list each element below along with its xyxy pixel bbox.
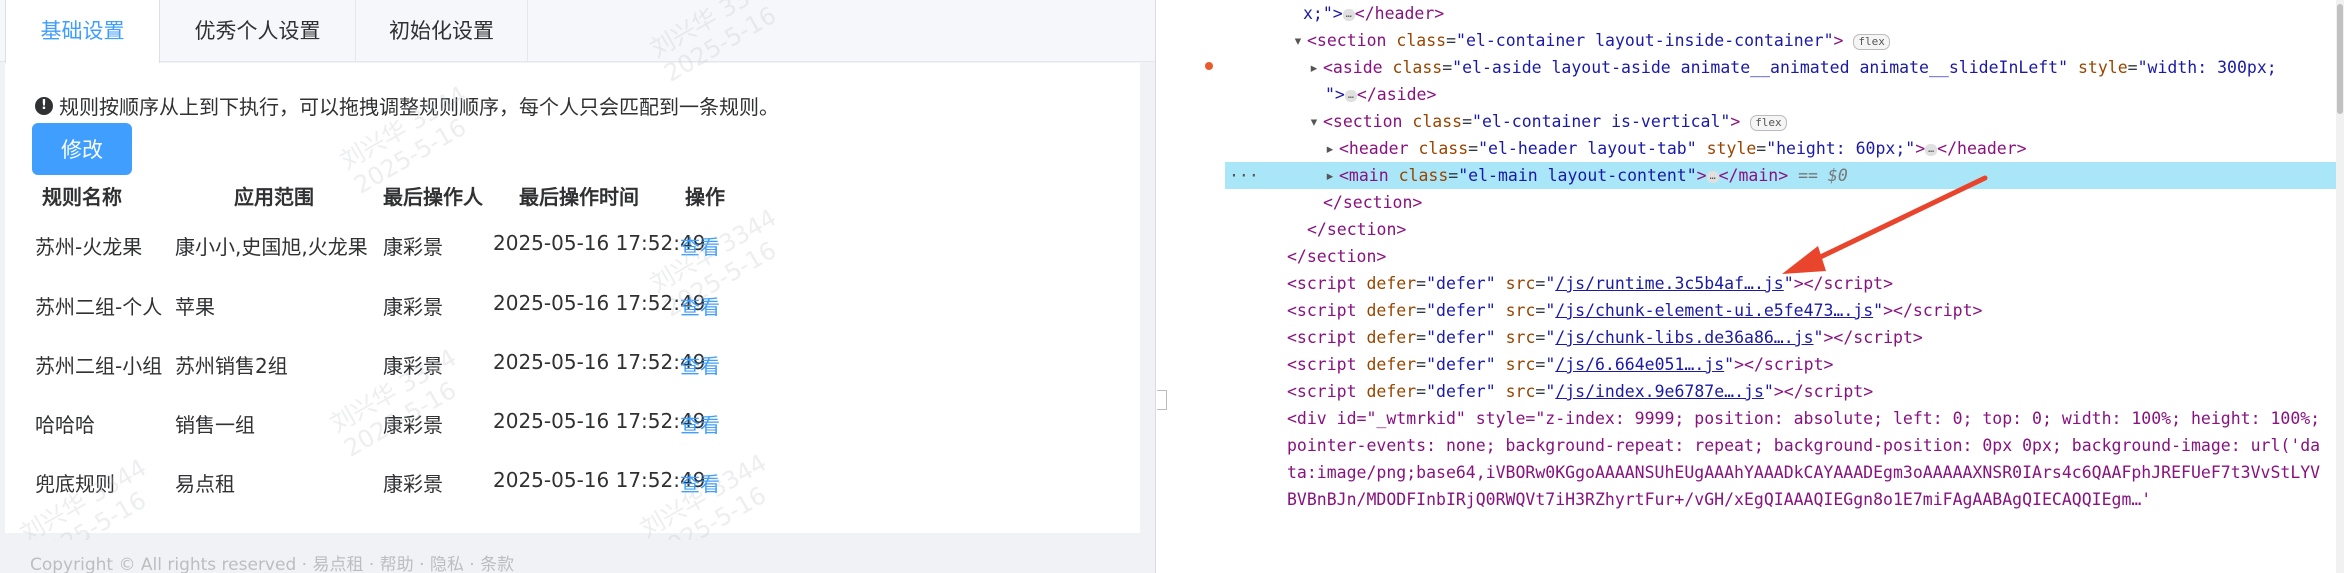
col-header-time: 最后操作时间 [519,185,639,209]
panel-divider [1155,0,1225,573]
footer-text: Copyright © All rights reserved · 易点租 · … [30,555,515,573]
rule-scope: 易点租 [175,472,235,496]
col-header-operator: 最后操作人 [383,185,483,209]
devtools-scrollbar-thumb[interactable] [2337,4,2343,114]
dom-node-script[interactable]: <script defer="defer" src="/js/chunk-ele… [1225,297,2344,324]
dom-node-header[interactable]: ▸ <header class="el-header layout-tab" st… [1225,135,2344,162]
rule-time: 2025-05-16 17:52:49 [493,231,706,255]
dom-node-header-tail[interactable]: x;">… </header> [1225,0,2344,27]
dom-node-script[interactable]: <script defer="defer" src="/js/6.664e051… [1225,351,2344,378]
script-src-link[interactable]: /js/index.9e6787e….js [1555,382,1764,401]
rule-operator: 康彩景 [383,235,443,259]
rule-name: 苏州二组-个人 [35,295,163,319]
ellipsis-icon[interactable]: … [1925,143,1938,156]
settings-tabs: 基础设置 优秀个人设置 初始化设置 [0,0,1155,63]
dom-node-close[interactable]: </section> [1225,243,2344,270]
expand-right-icon[interactable]: ▸ [1325,162,1339,189]
rule-operator: 康彩景 [383,354,443,378]
edit-button[interactable]: 修改 [32,123,132,175]
view-link[interactable]: 查看 [680,350,720,379]
expand-right-icon[interactable]: ▸ [1309,54,1323,81]
dom-node-close[interactable]: </section> [1225,216,2344,243]
expand-right-icon[interactable]: ▸ [1325,135,1339,162]
ellipsis-icon[interactable]: … [1342,8,1355,21]
rule-name: 苏州二组-小组 [35,354,163,378]
expand-down-icon[interactable]: ▾ [1293,27,1307,54]
col-header-name: 规则名称 [42,185,122,209]
tab-init-settings[interactable]: 初始化设置 [356,0,528,62]
flex-badge[interactable]: flex [1853,33,1890,50]
rule-operator: 康彩景 [383,295,443,319]
devtools-elements-panel: x;">… </header> ▾ <section class="el-conta… [1225,0,2344,573]
view-link[interactable]: 查看 [680,291,720,320]
dom-node-close[interactable]: </section> [1225,189,2344,216]
ellipsis-icon[interactable]: … [1706,170,1719,183]
dom-node-section-inside[interactable]: ▾ <section class="el-container layout-ins… [1225,27,2344,54]
rule-time: 2025-05-16 17:52:49 [493,409,706,433]
footer-bar: Copyright © All rights reserved · 易点租 · … [0,540,1155,573]
rule-scope: 苹果 [175,295,215,319]
dom-node-aside-tail[interactable]: ">… </aside> [1225,81,2344,108]
rules-card: ! 规则按顺序从上到下执行，可以拖拽调整规则顺序，每个人只会匹配到一条规则。 修… [5,63,1140,533]
breakpoint-dot-icon [1205,62,1213,70]
rule-scope: 苏州销售2组 [175,354,288,378]
dom-node-main-selected[interactable]: ··· ▸ <main class="el-main layout-content"… [1225,162,2344,189]
script-src-link[interactable]: /js/6.664e051….js [1555,355,1724,374]
rule-name: 苏州-火龙果 [35,235,143,259]
rule-scope: 销售一组 [175,413,255,437]
collapse-handle-icon[interactable] [1157,390,1167,410]
view-link[interactable]: 查看 [680,409,720,438]
rule-operator: 康彩景 [383,413,443,437]
col-header-action: 操作 [685,185,725,209]
info-icon: ! [35,96,53,115]
expand-down-icon[interactable]: ▾ [1309,108,1323,135]
tab-basic-settings[interactable]: 基础设置 [5,0,160,63]
rule-name: 兜底规则 [35,472,115,496]
script-src-link[interactable]: /js/chunk-element-ui.e5fe473….js [1555,301,1873,320]
rule-time: 2025-05-16 17:52:49 [493,350,706,374]
dom-node-script[interactable]: <script defer="defer" src="/js/chunk-lib… [1225,324,2344,351]
ellipsis-icon[interactable]: … [1344,89,1357,102]
dom-node-section-vertical[interactable]: ▾ <section class="el-container is-vertica… [1225,108,2344,135]
more-dots-icon[interactable]: ··· [1229,162,1259,189]
dom-node-watermark-div[interactable]: <div id="_wtmrkid" style="z-index: 9999;… [1287,405,2327,513]
col-header-scope: 应用范围 [234,185,314,209]
rule-name: 哈哈哈 [35,413,95,437]
script-src-link[interactable]: /js/runtime.3c5b4af….js [1555,274,1783,293]
dom-node-aside[interactable]: ▸ <aside class="el-aside layout-aside ani… [1225,54,2344,81]
rule-time: 2025-05-16 17:52:49 [493,291,706,315]
rules-notice: ! 规则按顺序从上到下执行，可以拖拽调整规则顺序，每个人只会匹配到一条规则。 [35,91,779,120]
rule-time: 2025-05-16 17:52:49 [493,468,706,492]
script-src-link[interactable]: /js/chunk-libs.de36a86….js [1555,328,1813,347]
rule-scope: 康小小,史国旭,火龙果 [175,235,368,259]
flex-badge[interactable]: flex [1750,114,1787,131]
view-link[interactable]: 查看 [680,231,720,260]
notice-text: 规则按顺序从上到下执行，可以拖拽调整规则顺序，每个人只会匹配到一条规则。 [59,95,779,119]
rule-operator: 康彩景 [383,472,443,496]
tab-excellent-person-settings[interactable]: 优秀个人设置 [160,0,356,62]
dom-node-script[interactable]: <script defer="defer" src="/js/runtime.3… [1225,270,2344,297]
app-panel: 基础设置 优秀个人设置 初始化设置 ! 规则按顺序从上到下执行，可以拖拽调整规则… [0,0,1155,573]
dom-node-script[interactable]: <script defer="defer" src="/js/index.9e6… [1225,378,2344,405]
view-link[interactable]: 查看 [680,468,720,497]
